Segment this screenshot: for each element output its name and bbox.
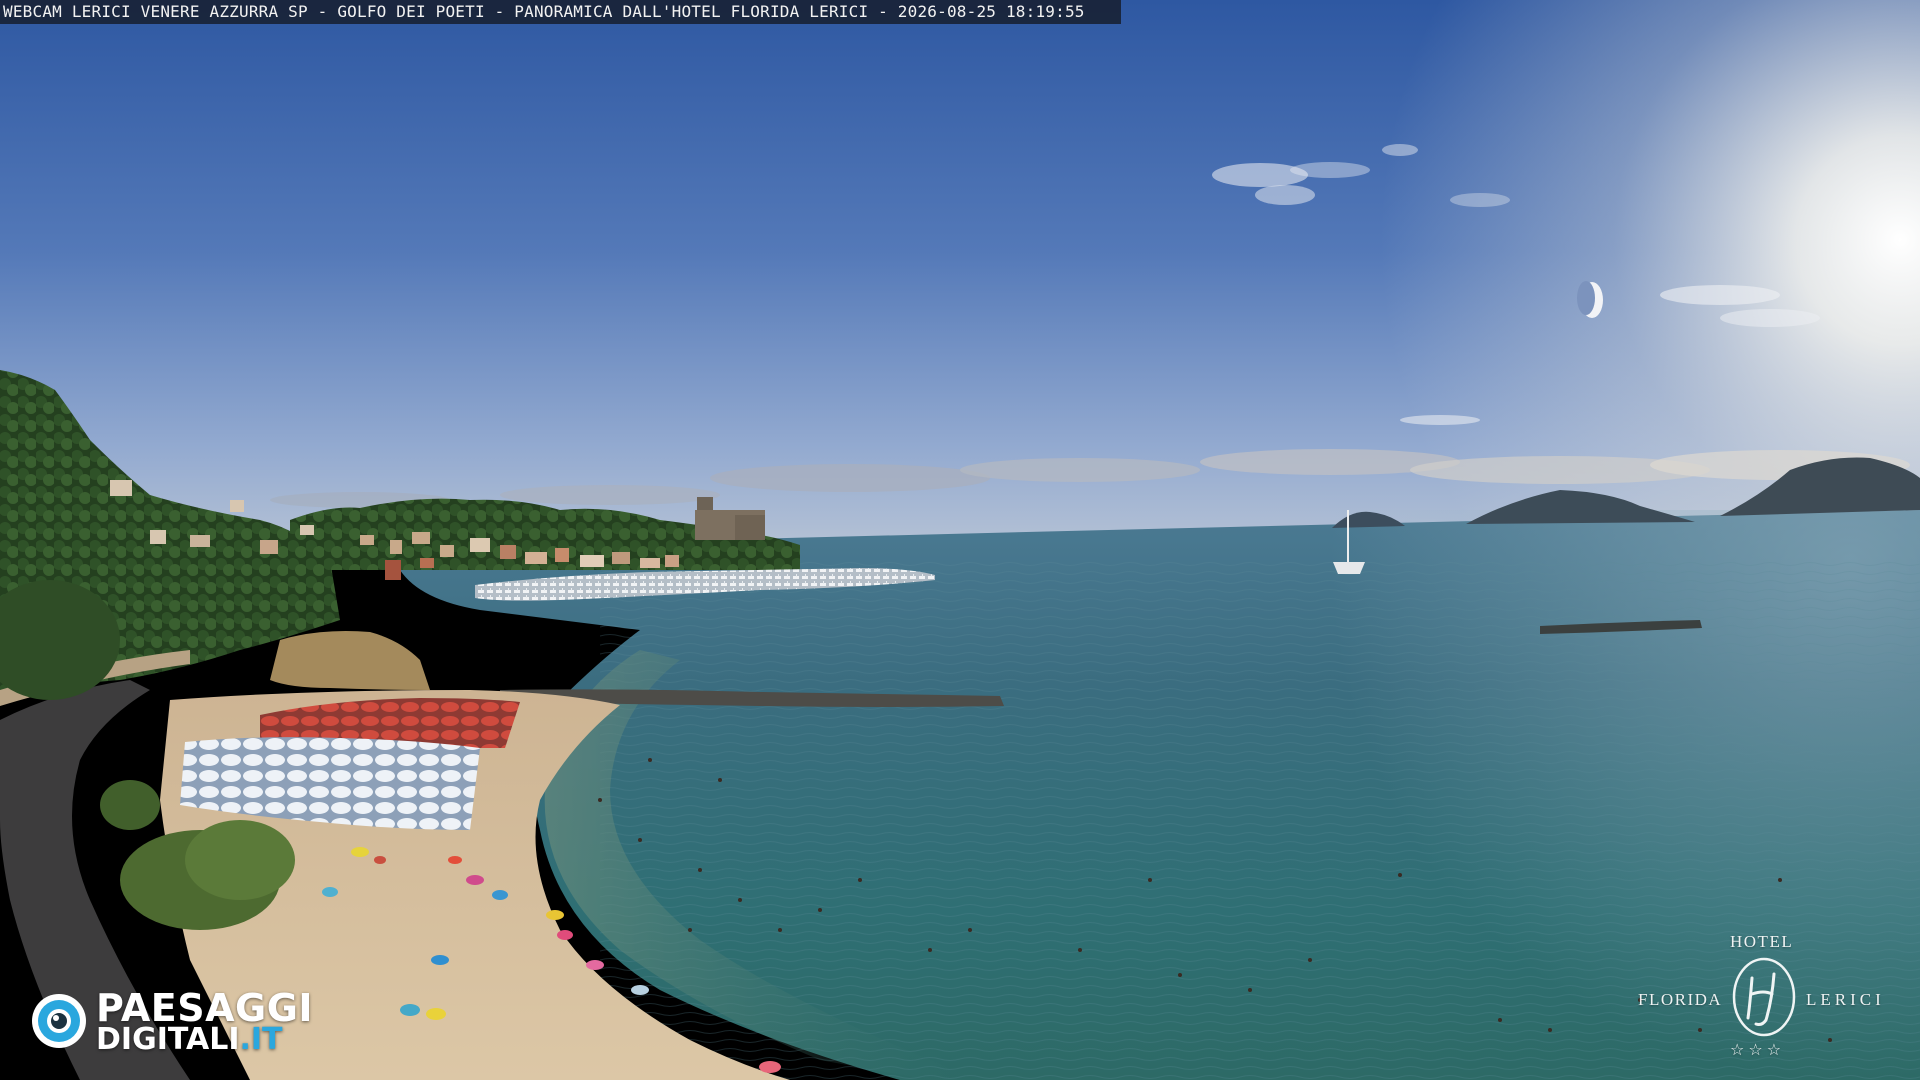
eye-camera-icon: [32, 994, 86, 1048]
paesaggi-digitali-watermark: PAESAGGI DIGITALI.IT: [30, 988, 340, 1058]
brand-tld: .IT: [239, 1022, 283, 1057]
hotel-name-right: LERICI: [1806, 990, 1885, 1009]
cliff-rock: [270, 631, 430, 690]
hotel-name-left: FLORIDA: [1638, 990, 1723, 1009]
webcam-scene: [0, 0, 1920, 1080]
hotel-florida-watermark: HOTEL FLORIDA LERICI ☆☆☆: [1630, 932, 1900, 1062]
brand-line2: DIGITALI.IT: [96, 1024, 283, 1056]
hotel-stars: ☆☆☆: [1730, 1040, 1786, 1059]
brand-name-part: DIGITALI: [96, 1022, 240, 1057]
hf-monogram-icon: [1732, 957, 1796, 1037]
hotel-word: HOTEL: [1730, 932, 1794, 951]
webcam-caption: WEBCAM LERICI VENERE AZZURRA SP - GOLFO …: [0, 0, 1121, 24]
